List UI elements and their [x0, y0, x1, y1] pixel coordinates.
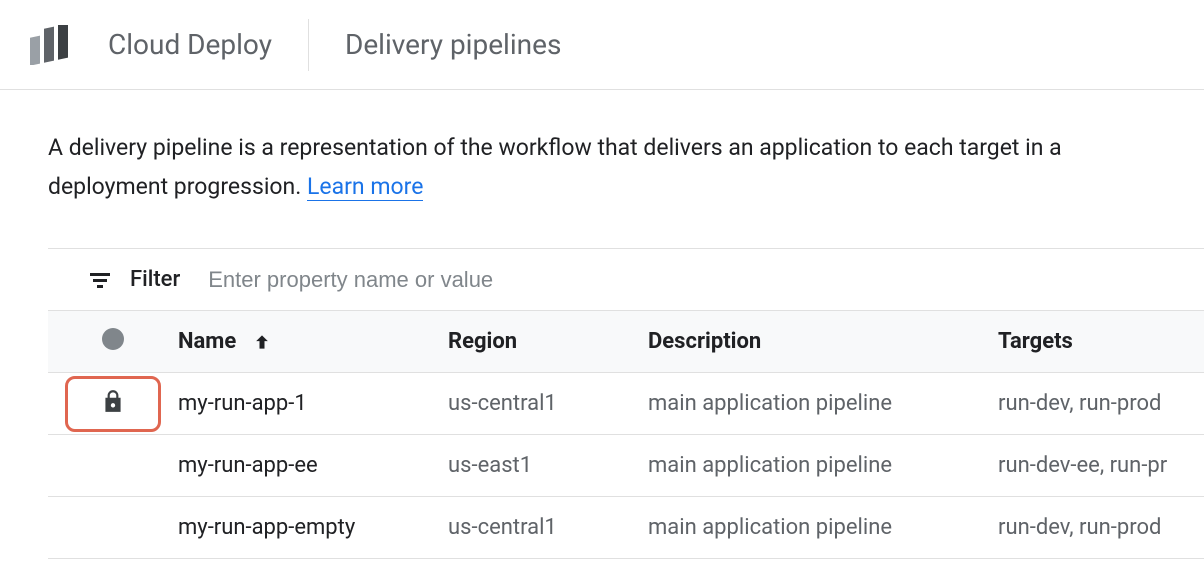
pipeline-description: main application pipeline [648, 435, 998, 497]
page-title: Delivery pipelines [345, 28, 561, 61]
pipeline-targets: run-dev, run-prod [998, 497, 1204, 559]
service-title: Cloud Deploy [108, 28, 308, 61]
page-description: A delivery pipeline is a representation … [48, 128, 1148, 206]
pipelines-table: Name Region Description Targets [48, 310, 1204, 559]
filter-input[interactable] [208, 267, 1204, 293]
filter-bar: Filter [48, 248, 1204, 310]
pipeline-targets: run-dev-ee, run-pr [998, 435, 1204, 497]
column-description[interactable]: Description [648, 311, 998, 373]
pipeline-region: us-east1 [448, 435, 648, 497]
pipeline-targets: run-dev, run-prod [998, 373, 1204, 435]
learn-more-link[interactable]: Learn more [307, 173, 423, 201]
table-row[interactable]: my-run-app-ee us-east1 main application … [48, 435, 1204, 497]
pipeline-region: us-central1 [448, 497, 648, 559]
description-text: A delivery pipeline is a representation … [48, 134, 1062, 200]
lock-highlight [65, 376, 161, 432]
column-name-label: Name [178, 329, 236, 354]
pipeline-name[interactable]: my-run-app-1 [178, 373, 448, 435]
cloud-deploy-icon [24, 25, 80, 65]
pipeline-description: main application pipeline [648, 373, 998, 435]
filter-label: Filter [130, 267, 180, 292]
pipeline-name[interactable]: my-run-app-empty [178, 497, 448, 559]
header-divider [308, 19, 309, 71]
column-status [48, 311, 178, 373]
sort-arrow-up-icon [252, 332, 272, 352]
status-dot-icon [102, 328, 124, 350]
pipeline-name[interactable]: my-run-app-ee [178, 435, 448, 497]
pipeline-description: main application pipeline [648, 497, 998, 559]
pipeline-region: us-central1 [448, 373, 648, 435]
column-targets[interactable]: Targets [998, 311, 1204, 373]
filter-icon [88, 268, 112, 292]
lock-icon [100, 388, 126, 420]
table-row[interactable]: my-run-app-empty us-central1 main applic… [48, 497, 1204, 559]
header: Cloud Deploy Delivery pipelines [0, 0, 1204, 90]
table-row[interactable]: my-run-app-1 us-central1 main applicatio… [48, 373, 1204, 435]
table-header-row: Name Region Description Targets [48, 311, 1204, 373]
column-name[interactable]: Name [178, 311, 448, 373]
column-region[interactable]: Region [448, 311, 648, 373]
